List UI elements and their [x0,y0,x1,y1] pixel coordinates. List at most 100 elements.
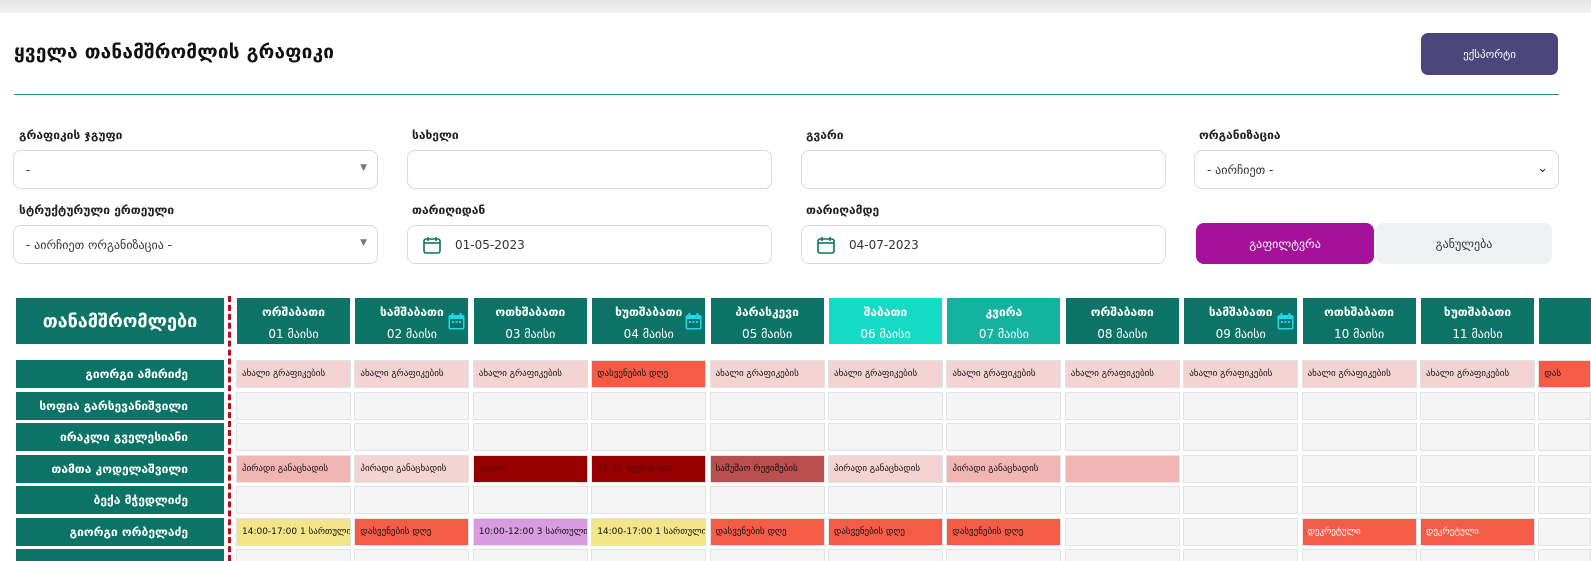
schedule-cell[interactable] [1183,486,1299,514]
export-button[interactable]: ექსპორტი [1421,33,1558,75]
schedule-cell[interactable]: ახალი გრაფიკების [472,360,588,388]
schedule-cell[interactable] [354,486,470,514]
schedule-cell[interactable]: დასვენების დღე [591,360,707,388]
schedule-cell[interactable] [236,549,351,561]
schedule-cell[interactable] [1064,486,1180,514]
schedule-cell[interactable] [1064,391,1180,420]
schedule-cell[interactable]: ავადო [472,454,588,483]
schedule-cell[interactable] [1064,454,1180,483]
employee-name[interactable]: სოფია გარსევანიშვილი [16,391,224,420]
schedule-group-select[interactable]: - ▼ [13,150,378,189]
structural-unit-select[interactable]: - აირჩიეთ ორგანიზაცია - ▼ [13,225,378,264]
schedule-cell[interactable]: დეკრეტული [1301,517,1417,546]
schedule-cell[interactable] [828,486,943,514]
schedule-cell[interactable] [354,549,470,561]
schedule-cell[interactable] [1538,391,1591,420]
employee-name[interactable]: გიორგი ორბელაძე [16,517,224,546]
schedule-cell[interactable]: დასვენების დღე [709,517,825,546]
schedule-cell[interactable] [709,549,825,561]
schedule-cell[interactable]: დეკრეტული [1420,517,1535,546]
schedule-cell[interactable]: დასვენების დღე [946,517,1062,546]
calendar-icon[interactable] [423,236,441,254]
schedule-cell[interactable] [591,391,707,420]
schedule-cell[interactable] [709,486,825,514]
schedule-cell[interactable] [591,423,707,451]
date-to-input[interactable]: 04-07-2023 [801,225,1166,264]
schedule-cell[interactable] [1538,454,1591,483]
schedule-cell[interactable] [1301,454,1417,483]
calendar-icon[interactable] [817,236,835,254]
schedule-cell[interactable] [1420,486,1535,514]
schedule-cell[interactable]: პირადი განაცხადის [828,454,943,483]
schedule-cell[interactable]: ახალი გრაფიკების [946,360,1062,388]
schedule-cell[interactable]: 14:00-17:00 1 სართული [591,517,707,546]
employee-name[interactable]: ირაკლი გველესიანი [16,423,224,451]
schedule-cell[interactable]: ახალი გრაფიკების [236,360,351,388]
employee-name[interactable]: ბექა მჭედლიძე [16,486,224,514]
schedule-cell[interactable] [472,423,588,451]
schedule-cell[interactable] [1301,486,1417,514]
schedule-cell[interactable]: ახალი გრაფიკების [1420,360,1535,388]
reset-button[interactable]: განულება [1376,223,1552,264]
schedule-cell[interactable] [946,391,1062,420]
schedule-cell[interactable]: დასვენების დღე [354,517,470,546]
schedule-cell[interactable] [1538,549,1591,561]
filter-button[interactable]: გაფილტვრა [1196,223,1374,264]
schedule-cell[interactable] [828,423,943,451]
schedule-cell[interactable] [1301,549,1417,561]
schedule-cell[interactable] [1420,391,1535,420]
schedule-cell[interactable]: დას [1538,360,1591,388]
schedule-cell[interactable] [591,486,707,514]
schedule-cell[interactable] [472,486,588,514]
schedule-cell[interactable] [1064,423,1180,451]
last-name-input[interactable] [801,150,1166,189]
schedule-cell[interactable] [1420,423,1535,451]
schedule-cell[interactable]: პირადი განაცხადის [946,454,1062,483]
schedule-cell[interactable] [236,486,351,514]
schedule-cell[interactable]: 11:17 შვებულება [591,454,707,483]
schedule-cell[interactable] [236,391,351,420]
schedule-cell[interactable] [1183,423,1299,451]
schedule-cell[interactable] [354,391,470,420]
date-from-input[interactable]: 01-05-2023 [407,225,772,264]
schedule-cell[interactable] [1183,454,1299,483]
schedule-cell[interactable]: ახალი გრაფიკების [1064,360,1180,388]
schedule-cell[interactable] [472,391,588,420]
schedule-cell[interactable]: 10:00-12:00 3 სართული [472,517,588,546]
schedule-cell[interactable] [591,549,707,561]
schedule-cell[interactable]: ახალი გრაფიკების [354,360,470,388]
schedule-cell[interactable]: დასვენების დღე [828,517,943,546]
schedule-cell[interactable] [946,486,1062,514]
schedule-cell[interactable] [1064,549,1180,561]
schedule-cell[interactable] [1064,517,1180,546]
schedule-cell[interactable]: პირადი განაცხადის [354,454,470,483]
schedule-cell[interactable] [472,549,588,561]
schedule-cell[interactable]: ახალი გრაფიკების [709,360,825,388]
schedule-cell[interactable] [828,391,943,420]
schedule-cell[interactable] [1420,454,1535,483]
schedule-cell[interactable] [1538,486,1591,514]
schedule-cell[interactable]: 14:00-17:00 1 სართული [236,517,351,546]
schedule-cell[interactable]: ახალი გრაფიკების [1183,360,1299,388]
schedule-cell[interactable] [946,423,1062,451]
schedule-cell[interactable] [1183,549,1299,561]
schedule-cell[interactable] [354,423,470,451]
schedule-cell[interactable] [709,423,825,451]
schedule-cell[interactable] [1420,549,1535,561]
employee-name[interactable] [16,549,224,561]
schedule-cell[interactable] [1301,423,1417,451]
schedule-cell[interactable]: პირადი განაცხადის [236,454,351,483]
schedule-cell[interactable]: ახალი გრაფიკების [1301,360,1417,388]
schedule-cell[interactable] [946,549,1062,561]
schedule-cell[interactable] [1183,391,1299,420]
schedule-cell[interactable] [1538,423,1591,451]
schedule-cell[interactable] [1301,391,1417,420]
first-name-input[interactable] [407,150,772,189]
employee-name[interactable]: თამთა კოდელაშვილი [16,454,224,483]
schedule-cell[interactable]: სამუშაო რეჟიმების [709,454,825,483]
schedule-cell[interactable] [236,423,351,451]
schedule-cell[interactable]: ახალი გრაფიკების [828,360,943,388]
schedule-cell[interactable] [709,391,825,420]
schedule-cell[interactable] [1538,517,1591,546]
schedule-cell[interactable] [1183,517,1299,546]
